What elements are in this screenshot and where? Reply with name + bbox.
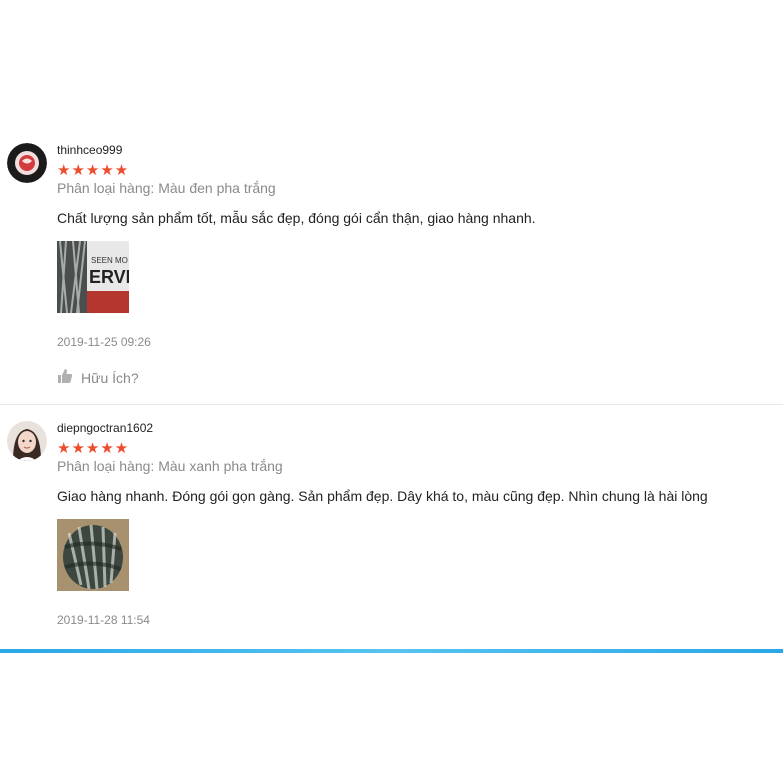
rating-stars: ★★★★★ — [57, 440, 130, 457]
product-variant: Phân loại hàng: Màu đen pha trắng — [57, 180, 276, 196]
review-photo[interactable] — [57, 519, 129, 591]
review-comment: Giao hàng nhanh. Đóng gói gọn gàng. Sản … — [57, 488, 708, 504]
rating-stars: ★★★★★ — [57, 162, 130, 179]
review-timestamp: 2019-11-28 11:54 — [57, 613, 150, 627]
review-divider — [0, 404, 783, 405]
review-username: diepngoctran1602 — [57, 421, 154, 435]
review-timestamp: 2019-11-25 09:26 — [57, 335, 151, 349]
svg-text:ERVI: ERVI — [89, 267, 129, 287]
user-avatar[interactable] — [7, 143, 47, 183]
review-comment: Chất lượng sản phẩm tốt, mẫu sắc đẹp, đó… — [57, 210, 536, 226]
review-username: thinhceo999 — [57, 143, 123, 157]
thumbs-up-icon — [57, 368, 73, 387]
helpful-label: Hữu Ích? — [81, 369, 139, 386]
blank-area — [0, 653, 783, 783]
review-photo[interactable]: SEEN MO ERVI — [57, 241, 129, 313]
user-avatar[interactable] — [7, 421, 47, 461]
helpful-button[interactable]: Hữu Ích? — [57, 368, 139, 387]
product-variant: Phân loại hàng: Màu xanh pha trắng — [57, 458, 283, 474]
svg-text:SEEN MO: SEEN MO — [91, 256, 128, 265]
